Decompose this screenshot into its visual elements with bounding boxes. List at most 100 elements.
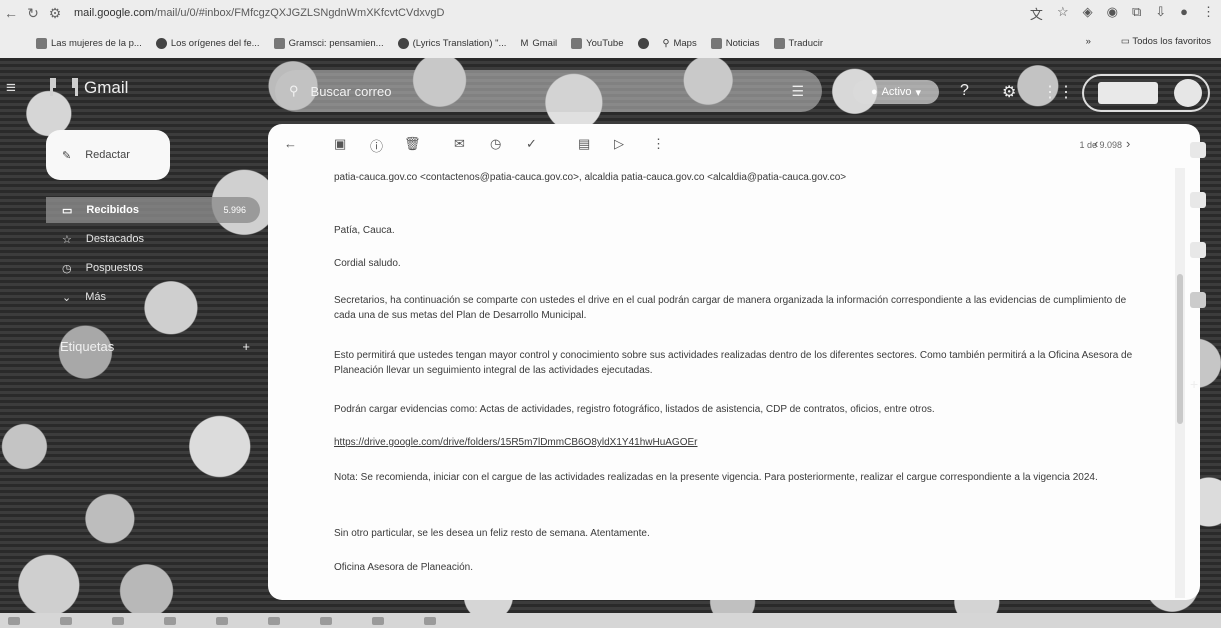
weather-icon[interactable] [8, 616, 20, 625]
bookmark-item[interactable] [637, 37, 649, 49]
gmail-logo[interactable]: ≡ Gmail [6, 78, 129, 98]
all-bookmarks-button[interactable]: ▭ Todos los favoritos [1121, 36, 1211, 47]
download-icon[interactable]: ⇩ [1155, 4, 1166, 23]
body-paragraph: Patía, Cauca. [334, 225, 395, 236]
profile-icon[interactable]: ● [1180, 4, 1188, 23]
hamburger-menu-icon[interactable]: ≡ [6, 78, 16, 98]
contacts-icon[interactable] [1190, 292, 1206, 308]
pencil-icon: ✎ [62, 149, 72, 162]
older-icon[interactable]: › [1126, 136, 1130, 151]
taskbar-app-icon[interactable] [164, 616, 176, 625]
settings-icon[interactable]: ⚙ [1002, 82, 1016, 102]
browser-actions: 文 ☆ ◈ ◉ ⧉ ⇩ ● ⋮ [1030, 4, 1215, 23]
organization-logo [1098, 82, 1158, 104]
body-paragraph: Nota: Se recomienda, iniciar con el carg… [334, 472, 1098, 483]
reload-icon[interactable]: ↻ [22, 5, 44, 22]
search-bar[interactable]: ⚲ Buscar correo ☰ [275, 70, 822, 112]
recipients-line[interactable]: patia-cauca.gov.co <contactenos@patia-ca… [334, 170, 1134, 185]
body-paragraph: Podrán cargar evidencias como: Actas de … [334, 404, 935, 415]
star-icon[interactable]: ☆ [1057, 4, 1069, 23]
bookmark-item[interactable]: Traducir [773, 37, 823, 49]
back-arrow-icon[interactable]: ← [284, 136, 297, 151]
browser-chrome: ← ↻ ⚙ mail.google.com/mail/u/0/#inbox/FM… [0, 0, 1221, 58]
youtube-icon [571, 37, 583, 49]
report-spam-icon[interactable]: ⓘ [370, 136, 383, 155]
keep-icon[interactable] [1190, 192, 1206, 208]
gmail-icon: M [520, 37, 529, 49]
status-button[interactable]: ● Activo ▾ [853, 80, 939, 104]
taskbar-app-icon[interactable] [216, 616, 228, 625]
gmail-m-icon [50, 78, 78, 98]
newer-icon[interactable]: ‹ [1094, 136, 1098, 151]
more-vert-icon[interactable]: ⋮ [652, 136, 665, 152]
puzzle-icon[interactable]: ⧉ [1132, 4, 1141, 23]
search-input[interactable]: Buscar correo [311, 84, 392, 99]
bookmark-item[interactable]: Los orígenes del fe... [155, 37, 260, 49]
more-bookmarks-button[interactable]: » [1086, 36, 1091, 47]
unread-count: 5.996 [223, 205, 246, 215]
shield-icon[interactable]: ◉ [1107, 4, 1118, 23]
taskbar-app-icon[interactable] [320, 616, 332, 625]
filter-icon[interactable]: ☰ [791, 83, 804, 100]
bookmark-icon [273, 37, 285, 49]
extension-icon[interactable]: ◈ [1083, 4, 1093, 23]
bookmark-icon [36, 37, 47, 49]
site-info-icon[interactable]: ⚙ [44, 5, 66, 22]
drive-link[interactable]: https://drive.google.com/drive/folders/1… [334, 435, 1134, 450]
label-icon[interactable]: ▷ [614, 136, 624, 152]
chevron-down-icon: ⌄ [62, 291, 72, 304]
chrome-icon [637, 37, 649, 49]
status-dot-icon: ● [870, 86, 878, 98]
bookmark-item[interactable]: Gramsci: pensamien... [273, 37, 384, 49]
search-icon[interactable]: ⚲ [289, 83, 299, 99]
address-bar[interactable]: mail.google.com/mail/u/0/#inbox/FMfcgzQX… [74, 7, 774, 19]
bookmarks-right: » ▭ Todos los favoritos [1086, 36, 1211, 47]
address-bar-row: ← ↻ ⚙ mail.google.com/mail/u/0/#inbox/FM… [0, 0, 1221, 26]
maps-pin-icon: ⚲ [662, 37, 670, 49]
sidebar-item-more[interactable]: ⌄ Más [46, 284, 260, 310]
taskbar-app-icon[interactable] [424, 616, 436, 625]
mark-unread-icon[interactable]: ✉ [454, 136, 465, 152]
move-to-icon[interactable]: ▤ [578, 136, 590, 152]
taskbar-search-icon[interactable] [112, 616, 124, 625]
menu-icon[interactable]: ⋮ [1202, 4, 1215, 23]
bookmark-item[interactable]: YouTube [571, 37, 624, 49]
translate-icon[interactable]: 文 [1030, 4, 1043, 23]
calendar-icon[interactable] [1190, 142, 1206, 158]
archive-icon[interactable]: ▣ [334, 136, 346, 152]
sidebar-item-starred[interactable]: ☆ Destacados [46, 226, 260, 252]
translate-icon [773, 37, 785, 49]
delete-icon[interactable]: 🗑 [404, 136, 421, 152]
snooze-icon[interactable]: ◷ [490, 136, 501, 152]
taskbar-app-icon[interactable] [372, 616, 384, 625]
apps-grid-icon[interactable]: ⋮⋮ [1042, 82, 1074, 102]
compose-button[interactable]: ✎ Redactar [46, 130, 170, 180]
bookmark-item[interactable]: Las mujeres de la p... [36, 37, 142, 49]
scrollbar-thumb[interactable] [1177, 274, 1183, 424]
back-icon[interactable]: ← [0, 5, 22, 21]
account-switcher[interactable] [1082, 74, 1210, 112]
start-icon[interactable] [60, 616, 72, 625]
taskbar-app-icon[interactable] [268, 616, 280, 625]
bookmark-item[interactable]: M Gmail [520, 38, 557, 49]
help-icon[interactable]: ? [960, 82, 969, 100]
bookmark-icon [397, 37, 409, 49]
app-name: Gmail [84, 78, 129, 97]
bookmark-item[interactable]: ⚲ Maps [663, 38, 697, 49]
add-task-icon[interactable]: ✓ [526, 136, 537, 152]
bookmark-item[interactable]: Noticias [710, 37, 760, 49]
tasks-icon[interactable] [1190, 242, 1206, 258]
message-toolbar: ← ▣ ⓘ 🗑 ✉ ◷ ✓ ▤ ▷ ⋮ 1 de 9.098 ‹ › [268, 124, 1200, 166]
clock-icon: ◷ [62, 262, 72, 275]
bookmark-icon [155, 37, 167, 49]
os-taskbar [0, 613, 1221, 628]
sidebar-item-inbox[interactable]: ▭ Recibidos 5.996 [46, 197, 260, 223]
add-label-button[interactable]: + [242, 339, 250, 354]
sidebar-item-snoozed[interactable]: ◷ Pospuestos [46, 255, 260, 281]
add-addon-icon[interactable]: + [1190, 376, 1206, 392]
bookmark-item[interactable]: (Lyrics Translation) "... [397, 37, 506, 49]
chevron-down-icon: ▾ [915, 86, 922, 99]
avatar[interactable] [1174, 79, 1202, 107]
bookmarks-bar: Las mujeres de la p... Los orígenes del … [0, 32, 1221, 54]
star-icon: ☆ [62, 233, 72, 246]
